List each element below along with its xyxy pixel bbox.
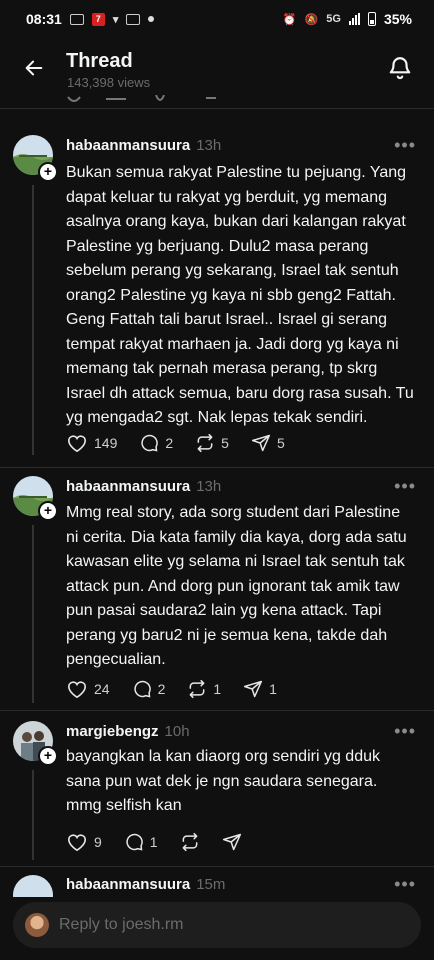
share-count: 5 [276, 435, 285, 451]
reply-input[interactable]: Reply to joesh.rm [13, 902, 421, 948]
repost-button[interactable]: 5 [195, 433, 229, 453]
more-options-button[interactable]: ••• [394, 874, 416, 895]
send-icon [251, 434, 271, 452]
repost-button[interactable] [180, 832, 200, 852]
thread-line [32, 185, 34, 455]
clock: 08:31 [26, 11, 62, 27]
thread-post: + habaanmansuura 13h ••• Mmg real story, … [0, 468, 434, 710]
reply-button[interactable]: 1 [124, 832, 158, 852]
post-text: Bukan semua rakyat Palestine tu pejuang.… [66, 164, 414, 426]
post-author[interactable]: margiebengz 10h [66, 723, 190, 740]
post-time: 13h [196, 478, 222, 495]
wifi-notification-icon: ▾ [112, 13, 119, 26]
like-button[interactable]: 24 [66, 679, 110, 699]
reply-button[interactable]: 2 [139, 433, 173, 453]
follow-plus-icon[interactable]: + [38, 501, 58, 521]
notifications-button[interactable] [384, 52, 416, 84]
previous-post-fragment [66, 92, 266, 102]
send-icon [222, 833, 241, 851]
more-options-button[interactable]: ••• [394, 721, 416, 742]
repost-count: 1 [213, 681, 222, 697]
post-author[interactable]: habaanmansuura 15m [66, 876, 225, 893]
signal-icon [348, 13, 360, 25]
username[interactable]: habaanmansuura [66, 876, 190, 893]
alarm-icon: ⏰ [282, 13, 297, 26]
reply-count: 2 [165, 435, 174, 451]
arrow-left-icon [25, 60, 43, 76]
post-time: 15m [196, 876, 226, 893]
app-notification-icon: 7 [91, 12, 105, 26]
like-button[interactable]: 9 [66, 832, 102, 852]
avatar[interactable] [13, 875, 53, 897]
view-count: 143,398 views [67, 75, 151, 90]
thread-line [32, 525, 34, 703]
battery-icon [367, 12, 376, 26]
reply-placeholder: Reply to joesh.rm [59, 916, 184, 933]
reply-count: 2 [157, 681, 166, 697]
thread-line [32, 770, 34, 860]
comment-icon [133, 680, 151, 698]
like-button[interactable]: 149 [66, 433, 117, 453]
my-avatar [25, 913, 49, 937]
username[interactable]: habaanmansuura [66, 137, 190, 154]
like-count: 9 [94, 834, 102, 850]
share-button[interactable] [222, 832, 242, 852]
reply-button[interactable]: 2 [132, 679, 166, 699]
post-time: 10h [164, 723, 190, 740]
post-author[interactable]: habaanmansuura 13h [66, 478, 221, 495]
more-options-button[interactable]: ••• [394, 135, 416, 156]
share-count: 1 [269, 681, 277, 697]
repost-icon [197, 433, 213, 453]
status-bar: 08:31 7 ▾ ⏰ 🔕 5G 35% [0, 0, 434, 38]
more-notifications-icon [148, 16, 155, 22]
post-author[interactable]: habaanmansuura 13h [66, 137, 221, 154]
post-actions: 149 2 5 5 [66, 433, 307, 453]
landscape-avatar-image [13, 875, 53, 897]
like-count: 149 [94, 435, 118, 451]
repost-count: 5 [221, 435, 229, 451]
post-text: Mmg real story, ada sorg student dari Pa… [66, 504, 407, 668]
battery-level: 35% [383, 11, 412, 27]
page-title: Thread [66, 50, 133, 72]
comment-icon [141, 434, 159, 452]
bell-icon [389, 57, 411, 80]
repost-button[interactable]: 1 [187, 679, 221, 699]
mute-icon: 🔕 [304, 13, 319, 26]
like-count: 24 [94, 681, 110, 697]
share-button[interactable]: 5 [251, 433, 285, 453]
heart-icon [68, 681, 86, 699]
post-actions: 9 1 [66, 832, 264, 852]
reply-count: 1 [149, 834, 158, 850]
gallery-notification-icon [126, 13, 141, 25]
post-text: bayangkan la kan diaorg org sendiri yg d… [66, 748, 380, 814]
heart-icon [68, 435, 86, 453]
thread-post: habaanmansuura 15m ••• [0, 867, 434, 897]
follow-plus-icon[interactable]: + [38, 746, 58, 766]
share-button[interactable]: 1 [243, 679, 277, 699]
network-type: 5G [326, 13, 341, 25]
repost-icon [189, 679, 205, 699]
comment-icon [126, 833, 143, 851]
send-icon [244, 680, 263, 698]
repost-icon [182, 832, 198, 852]
post-time: 13h [196, 137, 222, 154]
back-button[interactable] [18, 52, 50, 84]
heart-icon [68, 834, 86, 852]
username[interactable]: margiebengz [66, 723, 159, 740]
more-options-button[interactable]: ••• [394, 476, 416, 497]
thread-post: + habaanmansuura 13h ••• Bukan semua raky… [0, 109, 434, 467]
username[interactable]: habaanmansuura [66, 478, 190, 495]
post-actions: 24 2 1 1 [66, 679, 299, 699]
follow-plus-icon[interactable]: + [38, 162, 58, 182]
notification-icon [69, 13, 84, 25]
thread-post: + margiebengz 10h ••• bayangkan la kan di… [0, 711, 434, 866]
